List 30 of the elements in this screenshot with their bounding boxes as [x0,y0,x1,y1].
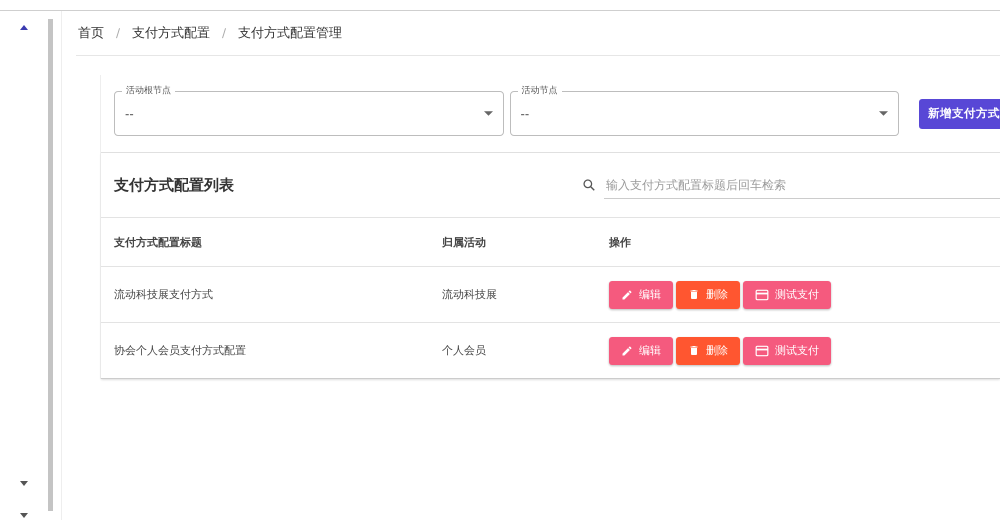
dropdown-caret-icon [879,111,888,116]
breadcrumb-link[interactable]: 支付方式配置管理 [238,24,342,42]
credit-card-icon [755,288,769,300]
column-header: 操作 [609,234,632,250]
scroll-down-icon[interactable] [20,481,28,486]
dropdown-caret-icon [484,111,492,116]
list-title: 支付方式配置列表 [114,176,234,194]
breadcrumb-separator: / [222,26,226,40]
scroll-up-icon[interactable] [20,25,28,30]
scroll-down-icon[interactable] [20,513,28,518]
pencil-icon [621,344,633,356]
trash-icon [688,344,700,357]
column-header: 归属活动 [442,234,487,250]
add-payment-method-button[interactable]: 新增支付方式 [919,98,1000,128]
field-label: 活动根节点 [122,85,175,97]
search-icon [582,178,596,192]
breadcrumb-separator: / [116,26,120,40]
scrollbar[interactable] [48,19,53,511]
credit-card-icon [755,344,769,356]
pencil-icon [621,288,633,300]
field-label: 活动节点 [518,85,562,97]
table-cell-text: 协会个人会员支付方式配置 [114,343,247,358]
trash-icon [688,288,700,301]
search-field[interactable]: 输入支付方式配置标题后回车检索 [604,171,1000,199]
breadcrumb-link[interactable]: 首页 [78,24,104,42]
breadcrumb-link[interactable]: 支付方式配置 [132,24,210,42]
column-header: 支付方式配置标题 [114,234,203,250]
table-cell-text: 个人会员 [442,343,487,358]
table-cell-text: 流动科技展 [442,287,498,302]
table-cell-text: 流动科技展支付方式 [114,287,214,302]
